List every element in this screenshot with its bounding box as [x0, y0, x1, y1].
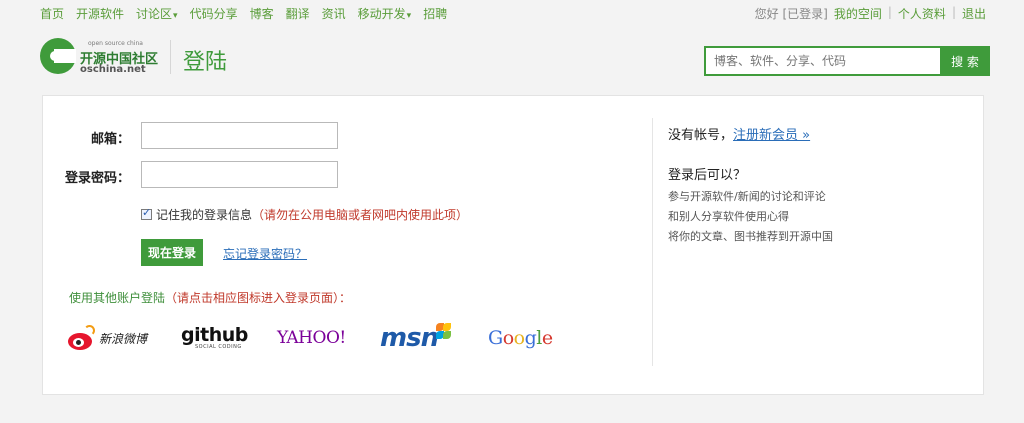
yahoo-login[interactable]: YAHOO! [277, 320, 346, 356]
user-greeting: 您好 [已登录] [754, 7, 828, 21]
email-field-wrap[interactable] [141, 122, 338, 149]
nav-item-news[interactable]: 资讯 [322, 5, 346, 22]
header-divider [170, 40, 171, 74]
google-login[interactable]: Google [488, 320, 553, 356]
nav-separator: | [887, 5, 892, 19]
weibo-login[interactable]: 新浪微博 [66, 320, 147, 356]
top-nav-user: 您好 [已登录] 我的空间 | 个人资料 | 退出 [749, 5, 986, 22]
msn-butterfly-icon [436, 323, 452, 341]
nav-item-translate[interactable]: 翻译 [286, 5, 310, 22]
page-title: 登陆 [183, 50, 228, 75]
nav-item-code[interactable]: 代码分享 [190, 5, 238, 22]
my-space-link[interactable]: 我的空间 [834, 5, 882, 22]
after-login-title: 登录后可以？ [668, 168, 747, 183]
login-button[interactable]: 现在登录 [141, 239, 203, 266]
top-nav: 首页 开源软件 讨论区 代码分享 博客 翻译 资讯 移动开发 招聘 您好 [已登… [0, 0, 1024, 26]
google-letter: G [488, 327, 503, 349]
weibo-icon [66, 325, 96, 351]
password-label: 登录密码： [64, 171, 130, 186]
logo-domain: oschina.net [80, 64, 146, 75]
password-field-wrap[interactable] [141, 161, 338, 188]
register-link[interactable]: 注册新会员 » [733, 128, 810, 143]
top-nav-links: 首页 开源软件 讨论区 代码分享 博客 翻译 资讯 移动开发 招聘 [40, 5, 459, 22]
remember-checkbox[interactable] [141, 206, 152, 220]
other-login-hint: （请点击相应图标进入登录页面）： [165, 291, 352, 305]
nav-item-software[interactable]: 开源软件 [76, 5, 124, 22]
google-letter: o [513, 327, 525, 349]
no-account-prompt: 没有帐号，注册新会员 » [668, 124, 810, 143]
google-letter: e [541, 327, 553, 349]
msn-login[interactable]: msn [380, 320, 452, 356]
github-tagline: SOCIAL CODING [195, 344, 242, 350]
logo-tagline: open source china [88, 40, 143, 47]
nav-item-blog[interactable]: 博客 [250, 5, 274, 22]
benefit-item: 将你的文章、图书推荐到开源中国 [668, 230, 833, 243]
column-divider [652, 118, 653, 366]
other-login-prefix: 使用其他账户登陆 [69, 291, 166, 305]
weibo-label: 新浪微博 [99, 331, 148, 346]
search-box[interactable] [704, 46, 942, 76]
benefit-item: 参与开源软件/新闻的讨论和评论 [668, 190, 826, 203]
github-logo: github [181, 324, 248, 346]
profile-link[interactable]: 个人资料 [898, 5, 946, 22]
site-logo[interactable]: open source china 开源中国社区 oschina.net [40, 38, 162, 78]
email-label: 邮箱： [90, 132, 130, 147]
benefit-item: 和别人分享软件使用心得 [668, 210, 789, 223]
logout-link[interactable]: 退出 [962, 5, 986, 22]
msn-logo: msn [380, 323, 439, 353]
email-field[interactable] [142, 123, 337, 148]
github-login[interactable]: github SOCIAL CODING [181, 320, 248, 356]
search-input[interactable] [706, 48, 940, 74]
forgot-password-link[interactable]: 忘记登录密码？ [223, 245, 307, 262]
nav-item-jobs[interactable]: 招聘 [423, 5, 447, 22]
password-field[interactable] [142, 162, 337, 187]
google-letter: o [502, 327, 514, 349]
remember-label[interactable]: 记住我的登录信息 [156, 206, 252, 223]
nav-separator: | [951, 5, 956, 19]
google-letter: g [524, 327, 537, 349]
no-account-text: 没有帐号， [668, 128, 734, 143]
logo-c-icon [40, 38, 76, 74]
nav-item-forum[interactable]: 讨论区 [136, 5, 178, 22]
search-button[interactable]: 搜 索 [940, 46, 990, 76]
nav-item-mobile[interactable]: 移动开发 [358, 5, 412, 22]
remember-me[interactable]: 记住我的登录信息 （请勿在公用电脑或者网吧内使用此项） [141, 206, 468, 223]
nav-item-home[interactable]: 首页 [40, 5, 64, 22]
remember-warning: （请勿在公用电脑或者网吧内使用此项） [252, 208, 469, 222]
other-login-prompt: 使用其他账户登陆（请点击相应图标进入登录页面）： [69, 289, 351, 306]
